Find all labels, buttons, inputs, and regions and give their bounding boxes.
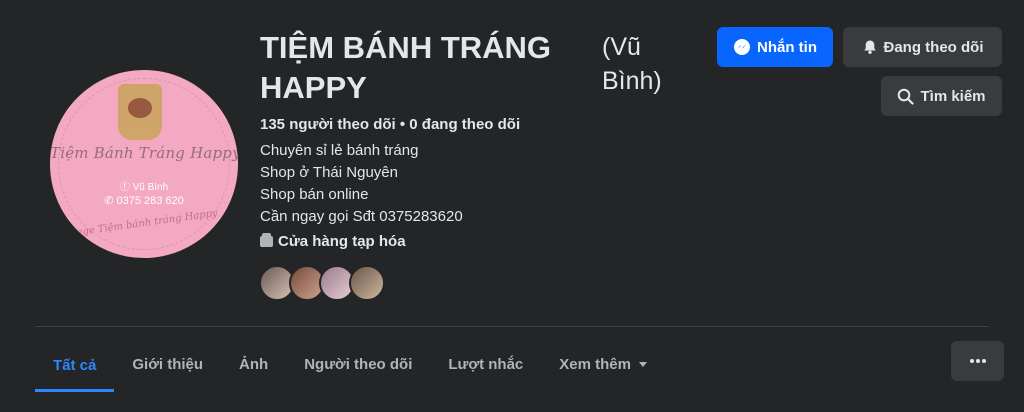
tabs-divider: [35, 326, 989, 327]
search-button-label: Tìm kiếm: [920, 87, 986, 105]
facebook-icon: ⓕ: [119, 182, 133, 193]
follower-avatars[interactable]: [259, 265, 385, 301]
phone-icon: ✆: [104, 195, 117, 207]
message-button[interactable]: Nhắn tin: [717, 27, 833, 67]
product-image: [118, 84, 162, 140]
avatar-facebook-name: ⓕ Vũ Bình: [119, 182, 169, 193]
tab-followers[interactable]: Người theo dõi: [286, 340, 430, 388]
bio-line: Shop ở Thái Nguyên: [260, 164, 398, 181]
search-icon: [898, 88, 915, 105]
page-bio: Chuyên sỉ lẻ bánh tráng Shop ở Thái Nguy…: [260, 140, 463, 228]
tab-mentions[interactable]: Lượt nhắc: [430, 340, 541, 388]
caret-down-icon: [638, 362, 647, 367]
tab-photos[interactable]: Ảnh: [221, 340, 286, 388]
following-button-label: Đang theo dõi: [883, 38, 984, 56]
tab-more[interactable]: Xem thêm: [541, 340, 667, 388]
bio-line: Chuyên sỉ lẻ bánh tráng: [260, 142, 419, 159]
page-category-label: Cửa hàng tạp hóa: [278, 233, 406, 250]
follow-stats[interactable]: 135 người theo dõi • 0 đang theo dõi: [260, 116, 520, 133]
avatar-phone: ✆ 0375 283 620: [104, 195, 184, 207]
search-button[interactable]: Tìm kiếm: [881, 76, 1002, 116]
tab-more-label: Xem thêm: [559, 355, 631, 373]
more-horizontal-icon: [969, 359, 986, 363]
avatar-shop-name: Tiệm Bánh Tráng Happy: [50, 144, 238, 162]
more-options-button[interactable]: [951, 341, 1004, 381]
page-avatar[interactable]: Tiệm Bánh Tráng Happy ⓕ Vũ Bình ✆ 0375 2…: [50, 70, 238, 258]
page-alternate-name: (Vũ Bình): [602, 33, 662, 95]
bio-line: Shop bán online: [260, 186, 369, 203]
bio-line: Cần ngay gọi Sđt 0375283620: [260, 208, 463, 225]
bell-icon: [863, 40, 876, 54]
message-button-label: Nhắn tin: [757, 38, 817, 56]
follower-avatar[interactable]: [349, 265, 385, 301]
tab-all[interactable]: Tất cả: [35, 340, 115, 392]
page-title: TIỆM BÁNH TRÁNG HAPPY: [260, 30, 552, 105]
shop-icon: [260, 233, 273, 247]
following-button[interactable]: Đang theo dõi: [843, 27, 1002, 67]
messenger-icon: [734, 39, 750, 55]
page-tabs: Tất cả Giới thiệu Ảnh Người theo dõi Lượ…: [35, 340, 667, 392]
page-category: Cửa hàng tạp hóa: [260, 233, 406, 250]
tab-about[interactable]: Giới thiệu: [114, 340, 221, 388]
